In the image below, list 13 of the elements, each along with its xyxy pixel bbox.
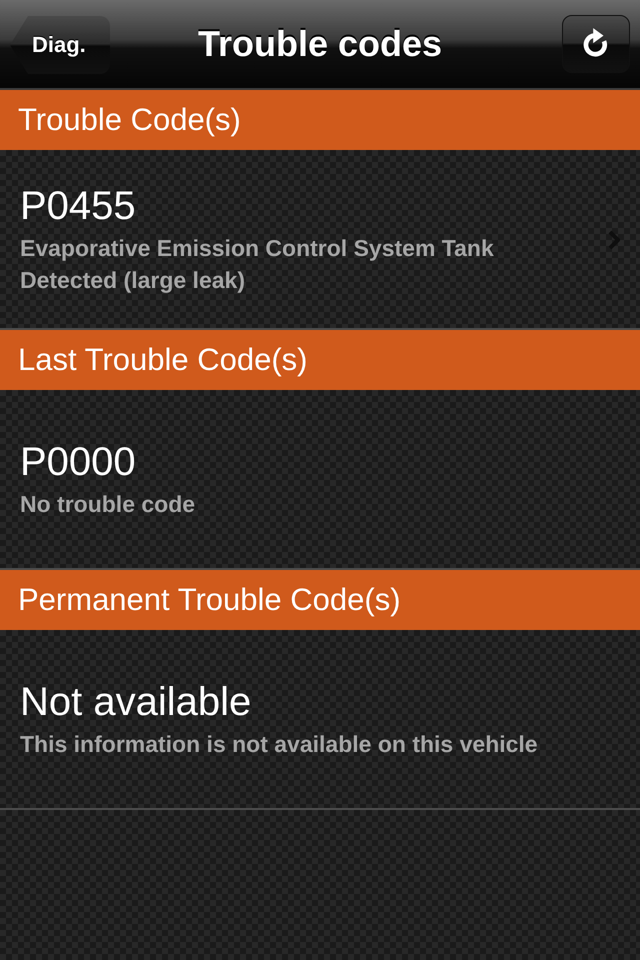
section-title: Trouble Code(s)	[18, 102, 241, 138]
section-title: Permanent Trouble Code(s)	[18, 582, 401, 618]
code-title: P0000	[20, 439, 136, 486]
code-row[interactable]: Not available This information is not available on this vehicle	[0, 630, 640, 810]
screen-title: Trouble codes	[198, 23, 442, 65]
refresh-button[interactable]	[562, 15, 630, 73]
code-description: No trouble code	[20, 490, 196, 519]
section-title: Last Trouble Code(s)	[18, 342, 308, 378]
code-description: Evaporative Emission Control System Tank Detected (large leak)	[20, 234, 495, 295]
back-button[interactable]: Diag.	[10, 16, 110, 74]
code-description: This information is not available on this vehicle	[20, 730, 538, 759]
code-title: Not available	[20, 679, 252, 726]
code-title: P0455	[20, 183, 136, 230]
